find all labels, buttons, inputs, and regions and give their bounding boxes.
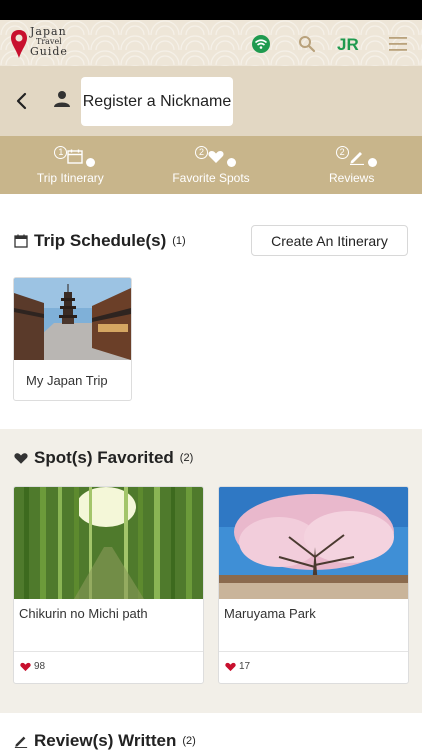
trip-schedule-count: (1) [172,235,186,247]
like-count-value: 98 [34,661,46,672]
menu-icon[interactable] [386,32,410,56]
cherry-blossom-photo [219,487,408,599]
calendar-icon [14,234,28,248]
logo-mark-icon [11,30,27,58]
favorites-heading: Spot(s) Favorited (2) [14,448,193,468]
tab-count-badge: 1 [54,146,68,159]
tab-label: Reviews [329,171,375,185]
register-nickname-button[interactable]: Register a Nickname [81,77,233,126]
tab-count-badge: 2 [335,146,349,159]
logo-text: Japan Travel Guide [30,25,68,58]
spot-name: Maruyama Park [224,606,316,621]
search-icon[interactable] [295,32,319,56]
reviews-count: (2) [182,735,196,747]
favorites-section: Spot(s) Favorited (2) Chikurin no Michi … [0,429,422,713]
favorite-spot-card[interactable]: Chikurin no Michi path 98 [13,486,204,684]
reviews-heading: Review(s) Written (2) [14,731,196,750]
trip-photo [14,278,131,360]
heart-icon [14,452,28,464]
tab-dot [227,158,236,167]
trip-card[interactable]: My Japan Trip [13,277,132,401]
spot-name: Chikurin no Michi path [19,606,148,621]
logo-line-1: Japan [30,25,67,38]
profile-tabs: 1 Trip Itinerary 2 Favorite Spots 2 Revi… [0,136,422,194]
jr-logo-text: JR [337,35,359,53]
user-icon [54,91,70,107]
favorites-title: Spot(s) Favorited [34,448,174,467]
bamboo-photo [14,487,203,599]
like-count[interactable]: 17 [225,661,250,672]
tab-trip-itinerary[interactable]: 1 Trip Itinerary [0,136,141,194]
tab-favorite-spots[interactable]: 2 Favorite Spots [141,136,282,194]
reviews-section: Review(s) Written (2) [0,713,422,750]
heart-icon [208,151,224,163]
calendar-icon [67,149,84,164]
pencil-icon [349,152,364,165]
app-header: Japan Travel Guide JR [0,20,422,66]
like-count[interactable]: 98 [20,661,45,672]
status-bar [0,0,422,20]
chevron-left-icon [16,92,27,110]
card-divider [14,651,203,652]
like-count-value: 17 [239,661,251,672]
trip-schedule-heading: Trip Schedule(s) (1) [14,231,186,251]
tab-count-badge: 2 [195,146,208,159]
trip-name: My Japan Trip [26,373,108,388]
trip-schedule-section: Trip Schedule(s) (1) Create An Itinerary… [0,194,422,429]
create-itinerary-button[interactable]: Create An Itinerary [251,225,408,256]
trip-schedule-title: Trip Schedule(s) [34,231,167,250]
back-button[interactable] [10,88,34,114]
jr-logo-icon[interactable]: JR [336,32,370,56]
tab-label: Trip Itinerary [36,171,104,185]
logo-line-3: Guide [30,45,68,58]
tab-label: Favorite Spots [172,171,250,185]
card-divider [219,651,408,652]
wifi-icon[interactable] [249,32,273,56]
app-logo[interactable]: Japan Travel Guide [8,25,78,63]
reviews-title: Review(s) Written [34,731,177,750]
tab-dot [367,158,377,167]
pencil-icon [14,736,28,748]
favorite-spot-card[interactable]: Maruyama Park 17 [218,486,409,684]
profile-nav: Register a Nickname [0,66,422,136]
tab-reviews[interactable]: 2 Reviews [281,136,422,194]
favorites-count: (2) [179,452,194,464]
tab-dot [86,158,96,167]
heart-icon [20,662,31,671]
heart-icon [225,662,236,671]
